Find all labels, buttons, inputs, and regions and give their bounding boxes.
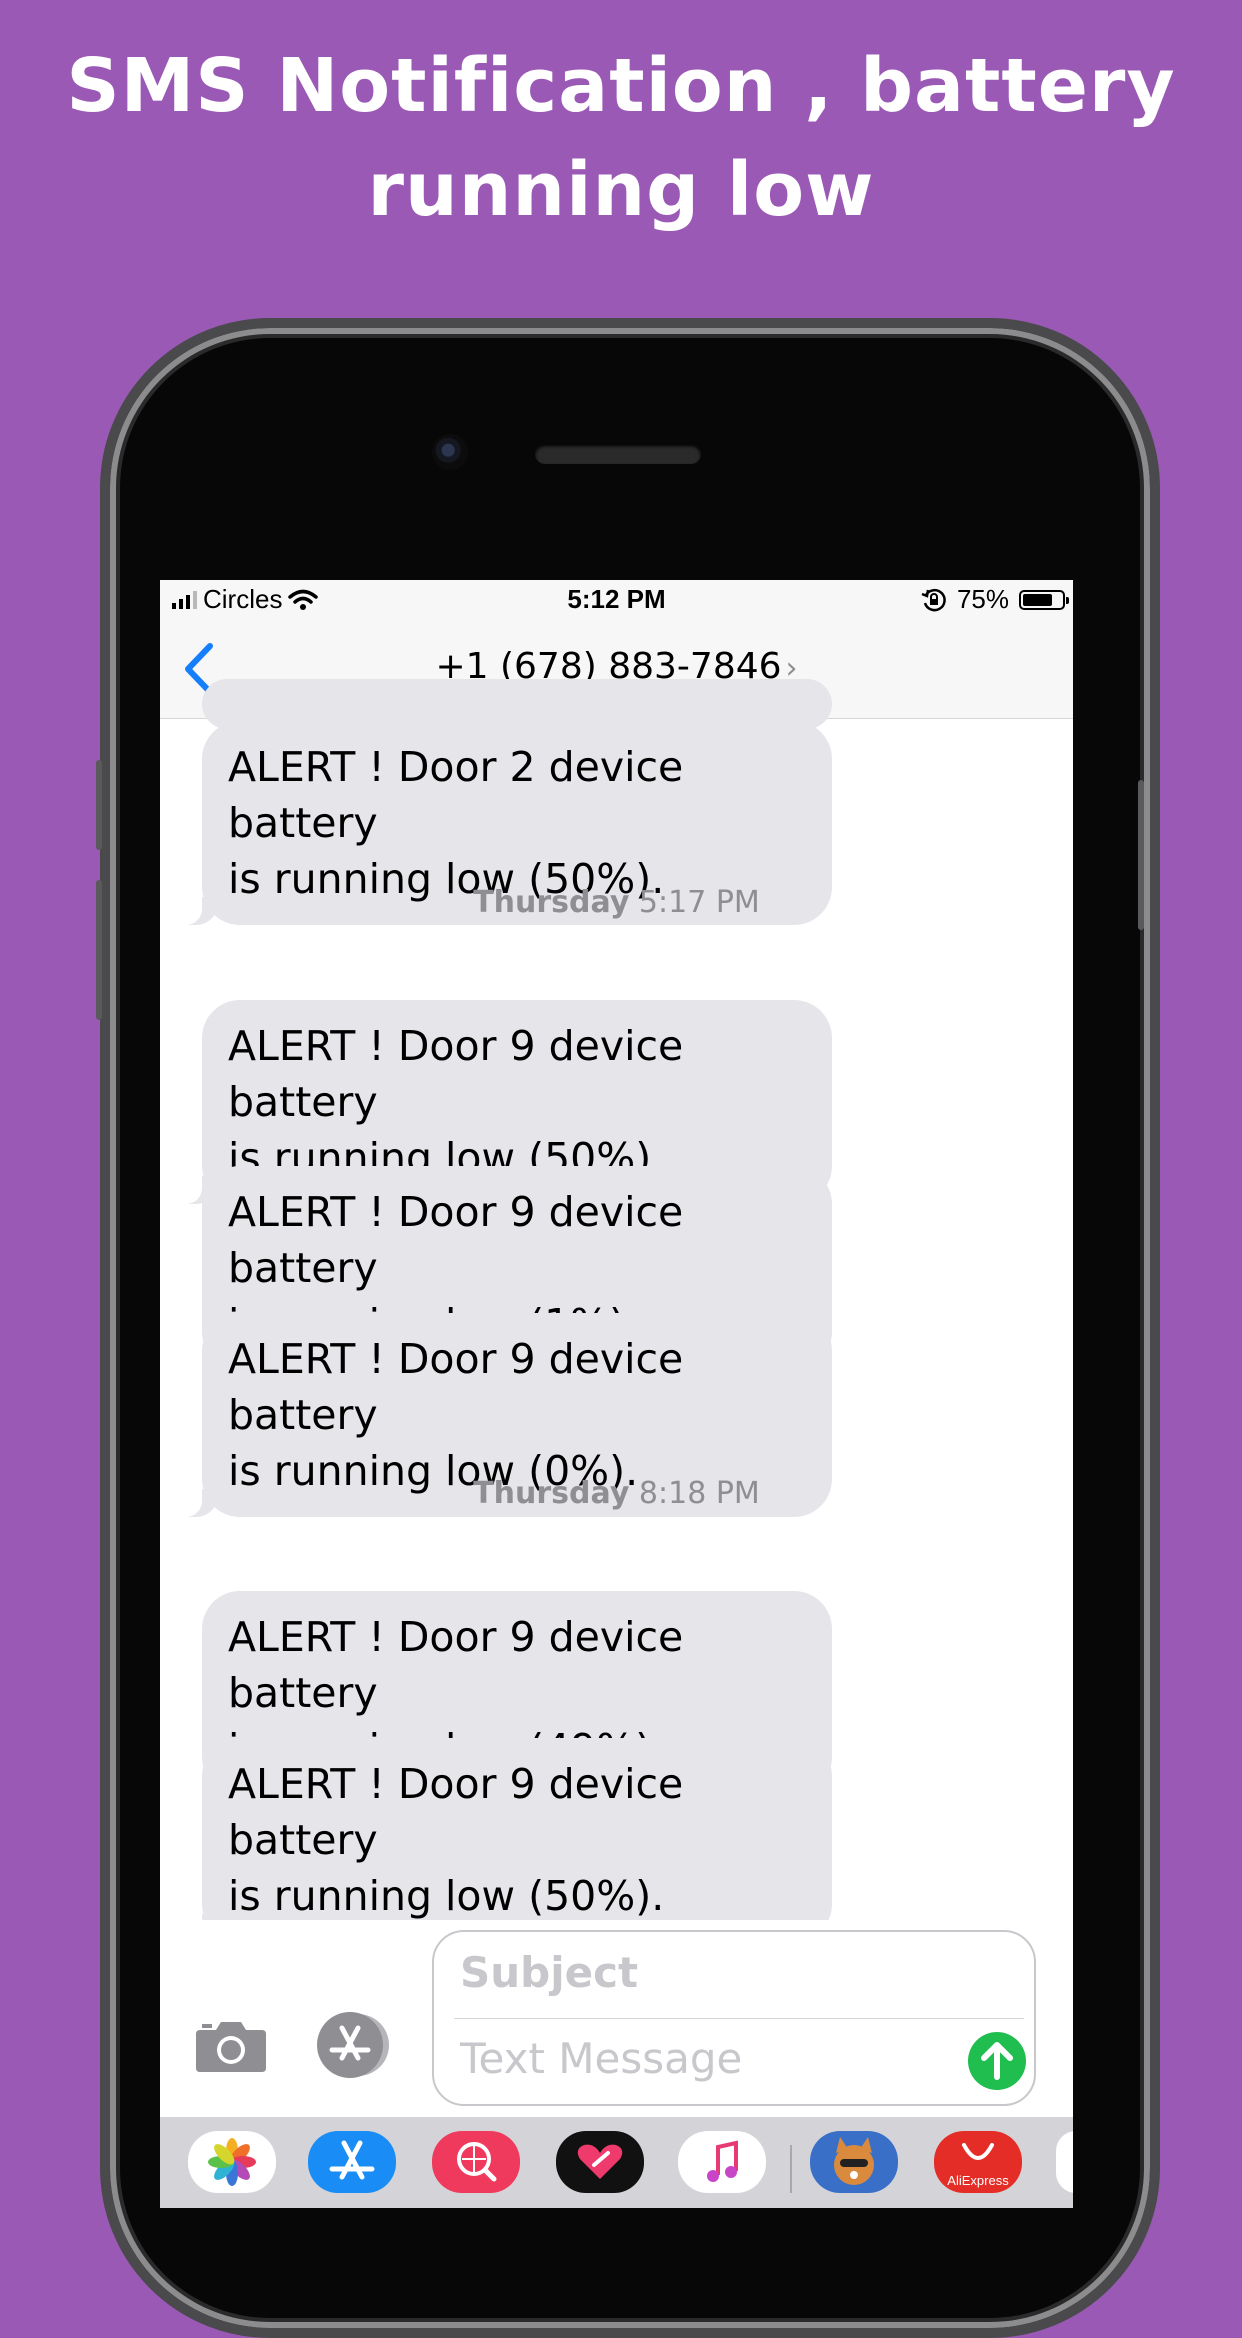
more-apps-icon[interactable]: [1056, 2131, 1073, 2193]
battery-icon: [1019, 589, 1069, 610]
message-text-line: ALERT ! Door 9 device battery: [228, 1022, 684, 1126]
music-app-icon[interactable]: [678, 2131, 766, 2193]
timestamp: Thursday 8:18 PM: [160, 1476, 1073, 1511]
phone-screen: Circles 5:12 PM 75% +1 (678) 883-7846 › …: [160, 580, 1073, 2208]
message-list[interactable]: ALERT ! Door 2 device battery is running…: [160, 679, 1073, 1942]
app-store-app-icon[interactable]: [308, 2131, 396, 2193]
camera-button[interactable]: [194, 2018, 268, 2074]
aliexpress-app-icon[interactable]: AliExpress: [934, 2131, 1022, 2193]
headline: SMS Notification , battery running low: [0, 34, 1242, 242]
text-message-field[interactable]: Text Message: [460, 2034, 742, 2083]
battery-percent: 75%: [956, 584, 1009, 614]
timestamp-day: Thursday: [473, 885, 630, 920]
phone-side-button-left-2: [96, 880, 102, 1020]
message-text-line: ALERT ! Door 9 device battery: [228, 1335, 684, 1439]
front-camera: [432, 434, 468, 470]
message-bubble[interactable]: ALERT ! Door 9 device battery is running…: [176, 1738, 832, 1942]
search-app-icon[interactable]: [432, 2131, 520, 2193]
arrow-up-icon: [981, 2042, 1013, 2080]
timestamp-time: 8:18 PM: [638, 1476, 760, 1511]
battery-fill: [1023, 593, 1052, 606]
timestamp-time: 5:17 PM: [638, 885, 760, 920]
timestamp-day: Thursday: [473, 1476, 630, 1511]
dock-separator: [790, 2145, 792, 2193]
headline-line-2: running low: [367, 147, 875, 233]
send-button[interactable]: [968, 2032, 1026, 2090]
imessage-app-drawer: AliExpress: [160, 2117, 1073, 2208]
input-divider: [454, 2018, 1024, 2019]
app-store-icon: [317, 2012, 389, 2078]
phone-side-button-left: [96, 760, 102, 850]
phone-side-button-right: [1138, 780, 1144, 930]
message-text-line: is running low (50%).: [228, 1872, 665, 1920]
aliexpress-label: AliExpress: [947, 2173, 1009, 2188]
game-app-icon[interactable]: [810, 2131, 898, 2193]
subject-field[interactable]: Subject: [460, 1948, 638, 1997]
earpiece-speaker: [535, 444, 701, 464]
heart-app-icon[interactable]: [556, 2131, 644, 2193]
rotation-lock-icon: [921, 588, 946, 611]
message-text-line: ALERT ! Door 9 device battery: [228, 1188, 684, 1292]
camera-icon: [196, 2022, 266, 2072]
message-text-line: ALERT ! Door 2 device battery: [228, 743, 684, 847]
message-composer: Subject Text Message: [160, 1920, 1073, 2110]
photos-app-icon[interactable]: [188, 2131, 276, 2193]
status-bar: Circles 5:12 PM 75%: [160, 580, 1073, 618]
timestamp: Thursday 5:17 PM: [160, 885, 1073, 920]
message-text-line: ALERT ! Door 9 device battery: [228, 1613, 684, 1717]
message-input-box[interactable]: Subject Text Message: [432, 1930, 1036, 2106]
headline-line-1: SMS Notification , battery: [66, 43, 1176, 129]
message-text-line: ALERT ! Door 9 device battery: [228, 1760, 684, 1864]
app-store-drawer-button[interactable]: [314, 2010, 392, 2080]
